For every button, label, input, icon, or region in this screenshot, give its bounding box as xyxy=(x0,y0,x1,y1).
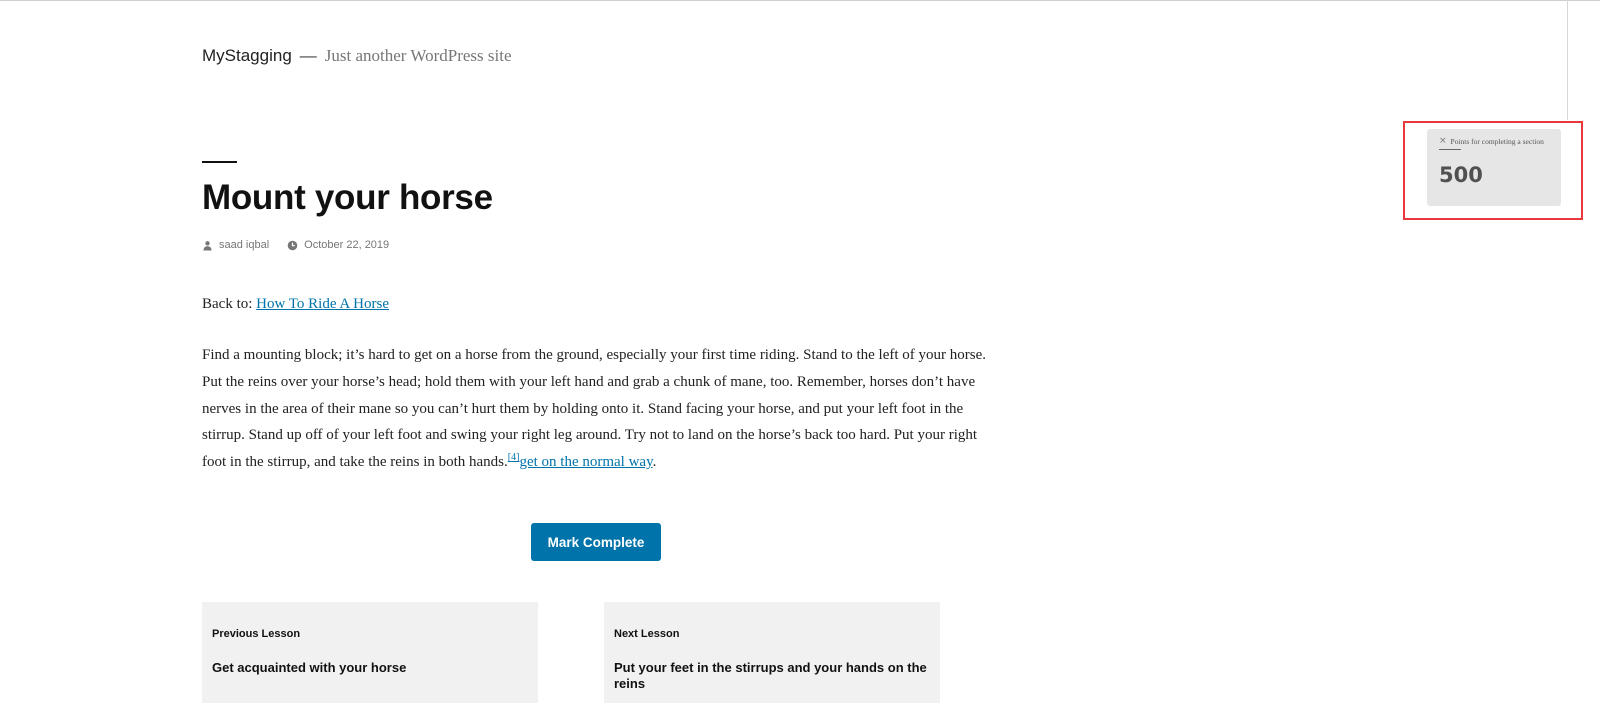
post-title: Mount your horse xyxy=(202,178,493,217)
next-lesson-label: Next Lesson xyxy=(614,628,680,640)
back-to-course-link[interactable]: How To Ride A Horse xyxy=(256,296,389,312)
post-meta: saad iqbal October 22, 2019 xyxy=(202,239,407,251)
back-to-course: Back to: How To Ride A Horse xyxy=(202,296,389,313)
site-header: MyStagging — Just another WordPress site xyxy=(202,46,512,66)
points-divider xyxy=(1439,149,1461,150)
footnote-link[interactable]: [4] xyxy=(508,452,520,463)
back-to-label: Back to: xyxy=(202,296,253,312)
next-lesson-title: Put your feet in the stirrups and your h… xyxy=(614,660,927,691)
lesson-content: Find a mounting block; it’s hard to get … xyxy=(202,342,1002,476)
lesson-text-end: . xyxy=(652,454,657,471)
top-border xyxy=(0,0,1600,1)
next-lesson-card[interactable]: Next Lesson Put your feet in the stirrup… xyxy=(604,602,940,703)
post-author: saad iqbal xyxy=(202,239,269,251)
points-header: × Points for completing a section xyxy=(1439,137,1551,147)
title-divider xyxy=(202,161,237,163)
previous-lesson-title: Get acquainted with your horse xyxy=(212,660,407,675)
page-edge-divider xyxy=(1567,0,1568,120)
previous-lesson-card[interactable]: Previous Lesson Get acquainted with your… xyxy=(202,602,538,703)
date-link[interactable]: October 22, 2019 xyxy=(304,239,389,251)
site-title-link[interactable]: MyStagging xyxy=(202,46,292,66)
lesson-text: Find a mounting block; it’s hard to get … xyxy=(202,347,987,471)
post-date: October 22, 2019 xyxy=(287,239,389,251)
site-description: Just another WordPress site xyxy=(324,46,512,65)
site-title-separator: — xyxy=(299,46,317,65)
normal-way-link[interactable]: get on the normal way xyxy=(519,454,652,470)
previous-lesson-label: Previous Lesson xyxy=(212,628,301,640)
close-icon[interactable]: × xyxy=(1439,137,1447,146)
points-label: Points for completing a section xyxy=(1450,137,1544,146)
mark-complete-button[interactable]: Mark Complete xyxy=(531,523,661,561)
points-notification: × Points for completing a section 500 xyxy=(1427,129,1561,206)
points-value: 500 xyxy=(1439,163,1483,187)
clock-icon xyxy=(287,240,298,251)
author-link[interactable]: saad iqbal xyxy=(219,239,269,251)
person-icon xyxy=(202,240,213,251)
